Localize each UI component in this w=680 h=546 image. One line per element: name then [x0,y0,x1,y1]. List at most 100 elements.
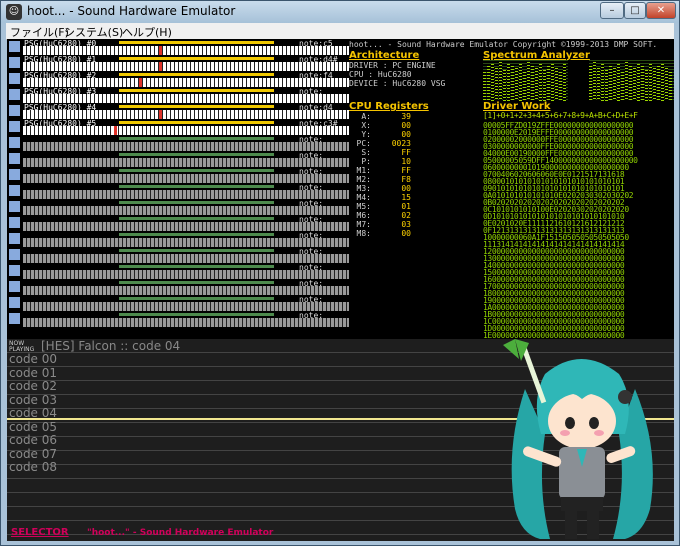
channel-row[interactable]: note: [9,167,349,185]
spectrum-bar [499,62,502,101]
register-name: M3: [356,184,371,193]
selector-label[interactable]: SELECTOR [11,527,69,538]
register-name: PC: [356,139,371,148]
architecture-title: Architecture [349,50,420,61]
channel-icon[interactable] [9,201,20,212]
register-name: A: [361,112,371,121]
channel-row[interactable]: note: [9,263,349,281]
channel-volume-bar [119,281,274,284]
spectrum-bar [661,64,664,101]
spectrum-bar [589,66,592,101]
channel-icon[interactable] [9,169,20,180]
channel-keyboard [23,78,349,87]
close-button[interactable]: ✕ [646,2,676,19]
code-item[interactable]: code 02 [9,379,57,393]
spectrum-bar [641,66,644,101]
spectrum-bar [519,64,522,101]
spectrum-bar [483,72,486,101]
channel-row[interactable]: PSG(HuC6280) #5 note:c3# [9,119,349,137]
title-bar[interactable]: ☺ hoot... - Sound Hardware Emulator – □ … [1,1,679,23]
channel-icon[interactable] [9,313,20,324]
channel-keyboard [23,142,349,151]
selector-text: "hoot..." - Sound Hardware Emulator [87,528,274,538]
spectrum-bar [629,66,632,101]
register-value: FF [401,148,411,157]
channel-row[interactable]: note: [9,295,349,313]
spectrum-bar [511,66,514,101]
now-playing-title: [HES] Falcon :: code 04 [41,339,181,353]
code-item[interactable]: code 01 [9,366,57,380]
code-item[interactable]: code 05 [9,420,57,434]
register-name: P: [361,157,371,166]
channel-icon[interactable] [9,105,20,116]
spectrum-bar [507,64,510,101]
spectrum-bar [495,68,498,101]
channel-icon[interactable] [9,217,20,228]
channel-volume-bar [119,185,274,188]
channel-keyboard [23,238,349,247]
channel-icon[interactable] [9,233,20,244]
register-name: S: [361,148,371,157]
code-item[interactable]: code 06 [9,433,57,447]
channel-volume-bar [119,105,274,108]
register-value: 0023 [391,139,411,148]
channel-icon[interactable] [9,121,20,132]
channel-keyboard [23,206,349,215]
channel-keyboard [23,222,349,231]
spectrum-bar [543,70,546,101]
channel-keyboard [23,46,349,55]
channel-volume-bar [119,137,274,140]
minimize-button[interactable]: – [600,2,624,19]
spectrum-bar [551,64,554,101]
register-value: 03 [401,220,411,229]
channel-icon[interactable] [9,41,20,52]
menu-system[interactable]: システム(S) [64,24,123,40]
spectrum-bar [491,64,494,101]
channel-row[interactable]: note: [9,199,349,217]
code-item[interactable]: code 00 [9,352,57,366]
channel-row[interactable]: note: [9,247,349,265]
channel-row[interactable]: note: [9,231,349,249]
channel-volume-bar [119,201,274,204]
spectrum-bar [613,68,616,101]
channel-row[interactable]: note: [9,215,349,233]
spectrum-bar [633,68,636,101]
channel-icon[interactable] [9,265,20,276]
channel-row[interactable]: note: [9,151,349,169]
arch-cpu: CPU : HuC6280 [349,70,412,79]
channel-row[interactable]: note: [9,183,349,201]
key-pressed-marker [159,46,162,55]
spectrum-bar [617,64,620,101]
channel-row[interactable]: note: [9,135,349,153]
code-item[interactable]: code 03 [9,393,57,407]
code-item[interactable]: code 07 [9,447,57,461]
miku-mascot-image [503,339,653,539]
channel-icon[interactable] [9,73,20,84]
channel-icon[interactable] [9,137,20,148]
spectrum-bar [625,62,628,101]
channel-icon[interactable] [9,281,20,292]
channel-icon[interactable] [9,185,20,196]
channel-row[interactable]: note: [9,311,349,329]
channel-keyboard [23,62,349,71]
channel-volume-bar [119,41,274,44]
register-name: X: [361,121,371,130]
key-pressed-marker [114,126,117,135]
channel-icon[interactable] [9,89,20,100]
spectrum-bar [593,62,596,101]
maximize-button[interactable]: □ [624,2,646,19]
channel-icon[interactable] [9,153,20,164]
register-value: 15 [401,193,411,202]
player-display: PSG(HuC6280) #0 note:c5 PSG(HuC6280) #1 not… [7,39,674,541]
channel-row[interactable]: note: [9,279,349,297]
channel-icon[interactable] [9,57,20,68]
channel-icon[interactable] [9,249,20,260]
channel-icon[interactable] [9,297,20,308]
code-item[interactable]: code 08 [9,460,57,474]
channel-volume-bar [119,153,274,156]
menu-help[interactable]: ヘルプ(H) [122,24,172,40]
channel-volume-bar [119,265,274,268]
channel-volume-bar [119,121,274,124]
menu-file[interactable]: ファイル(F) [10,24,69,40]
app-window: ☺ hoot... - Sound Hardware Emulator – □ … [0,0,680,546]
